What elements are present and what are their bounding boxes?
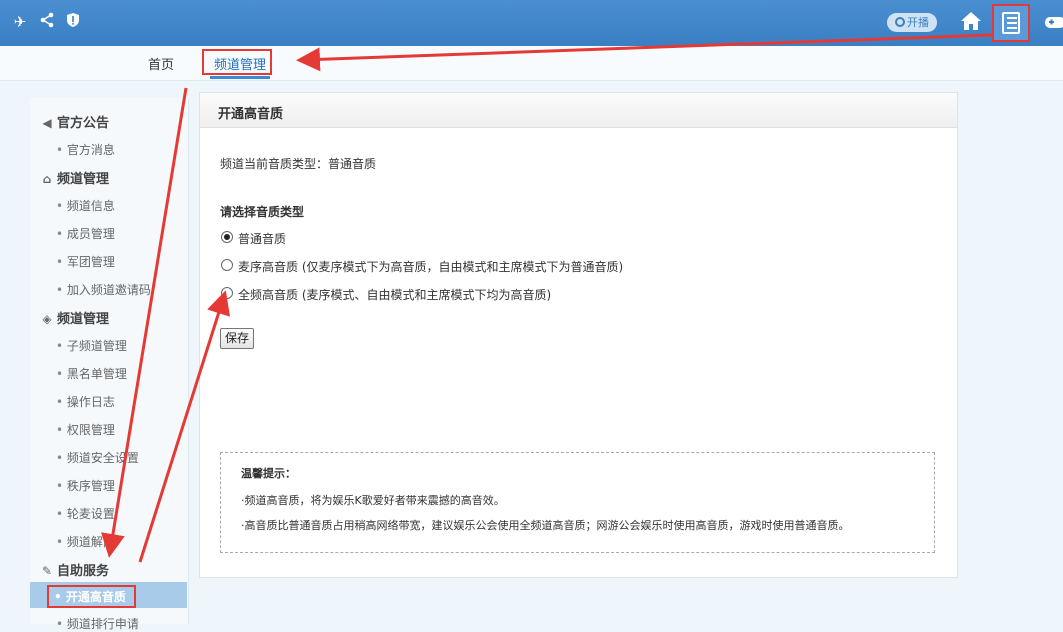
start-broadcast-button[interactable]: 开播 <box>887 13 937 32</box>
panel-title: 开通高音质 <box>218 107 284 122</box>
start-broadcast-label: 开播 <box>907 16 929 29</box>
tips-line: ·高音质比普通音质占用稍高网络带宽，建议娱乐公会使用全频道高音质；网游公会娱乐时… <box>241 519 850 532</box>
sidebar-item-subchannels[interactable]: 子频道管理 <box>56 337 127 354</box>
active-tab-indicator <box>210 76 270 79</box>
shield-icon: ◈ <box>42 312 52 326</box>
sidebar: ◀官方公告 官方消息 ⌂频道管理 频道信息 成员管理 军团管理 加入频道邀请码 … <box>30 98 189 631</box>
broadcast-icon <box>895 17 905 27</box>
list-button[interactable] <box>992 4 1030 42</box>
sidebar-item-legion[interactable]: 军团管理 <box>56 253 115 270</box>
sidebar-section-self-service: ✎ 自助服务 <box>41 564 110 579</box>
sidebar-section-channel-management: ⌂ 频道管理 <box>40 168 109 187</box>
plane-icon[interactable]: ✈ <box>10 12 30 32</box>
annotation-box-tab <box>202 49 272 75</box>
sidebar-item-mic-rotation[interactable]: 轮麦设置 <box>56 505 115 522</box>
sidebar-item-operation-log[interactable]: 操作日志 <box>56 393 115 410</box>
radio-full-hq-label[interactable]: 全频高音质 (麦序模式、自由模式和主席模式下均为高音质) <box>238 286 551 303</box>
current-audio-type: 频道当前音质类型：普通音质 <box>220 157 377 171</box>
speaker-icon: ◀ <box>42 116 52 130</box>
sidebar-item-channel-info[interactable]: 频道信息 <box>56 197 115 214</box>
radio-full-hq[interactable] <box>221 287 233 299</box>
tips-box: 温馨提示： ·频道高音质，将为娱乐K歌爱好者带来震撼的高音效。 ·高音质比普通音… <box>220 452 935 553</box>
home-icon[interactable] <box>958 8 984 34</box>
sidebar-item-official-messages[interactable]: 官方消息 <box>56 141 115 158</box>
current-audio-type-value: 普通音质 <box>328 157 377 171</box>
sidebar-section-channel-management-2: ◈ 频道管理 <box>40 308 109 327</box>
wrench-icon: ✎ <box>41 564 53 578</box>
shield-icon[interactable] <box>63 12 83 32</box>
choose-type-label: 请选择音质类型 <box>220 205 305 219</box>
gamepad-icon[interactable] <box>1044 11 1063 33</box>
nav-bar: 首页 频道管理 <box>0 46 1063 81</box>
sidebar-item-security[interactable]: 频道安全设置 <box>56 449 139 466</box>
save-button[interactable]: 保存 <box>220 328 254 349</box>
sidebar-item-blacklist[interactable]: 黑名单管理 <box>56 365 127 382</box>
sidebar-item-dissolve[interactable]: 频道解散 <box>56 533 115 550</box>
sidebar-section-announcements: ◀ 官方公告 <box>40 112 109 131</box>
tips-title: 温馨提示： <box>241 467 296 480</box>
radio-normal-quality-label[interactable]: 普通音质 <box>238 230 286 247</box>
annotation-box-sidebar <box>47 585 136 608</box>
panel-header: 开通高音质 <box>200 93 957 128</box>
sidebar-item-members[interactable]: 成员管理 <box>56 225 115 242</box>
home-icon: ⌂ <box>42 172 52 186</box>
sidebar-item-permissions[interactable]: 权限管理 <box>56 421 115 438</box>
radio-mic-order-hq[interactable] <box>221 259 233 271</box>
share-icon[interactable] <box>37 12 57 32</box>
radio-mic-order-hq-label[interactable]: 麦序高音质 (仅麦序模式下为高音质，自由模式和主席模式下为普通音质) <box>238 258 623 275</box>
list-icon <box>1002 12 1020 34</box>
top-bar: ✈ 开播 <box>0 0 1063 46</box>
tab-home[interactable]: 首页 <box>148 54 174 73</box>
tips-line: ·频道高音质，将为娱乐K歌爱好者带来震撼的高音效。 <box>241 494 505 507</box>
sidebar-item-invite-code[interactable]: 加入频道邀请码 <box>56 281 151 298</box>
main-panel: 开通高音质 频道当前音质类型：普通音质 请选择音质类型 普通音质 麦序高音质 (… <box>199 92 958 578</box>
radio-normal-quality[interactable] <box>221 231 233 243</box>
sidebar-item-order[interactable]: 秩序管理 <box>56 477 115 494</box>
